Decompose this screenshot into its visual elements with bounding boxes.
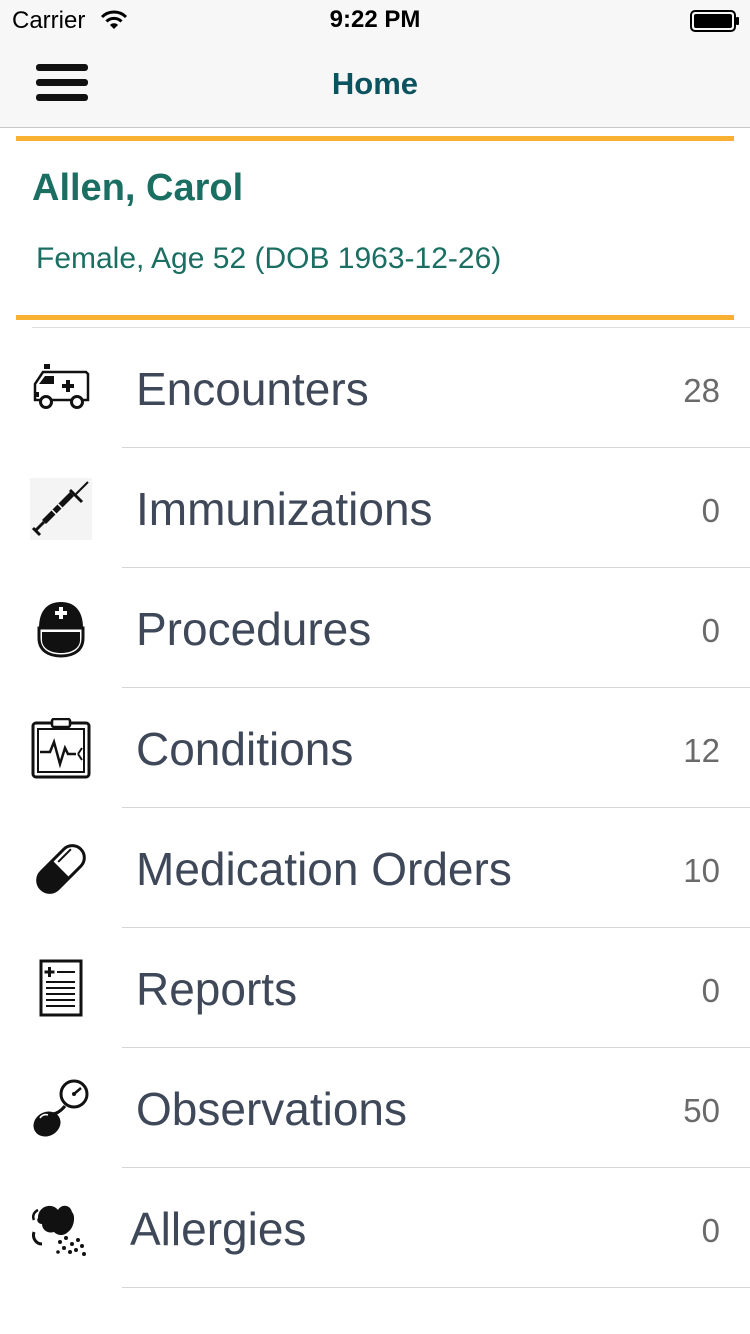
list-item-procedures[interactable]: Procedures 0 <box>0 568 750 688</box>
list-item-label: Medication Orders <box>136 843 512 895</box>
list-item-count: 28 <box>683 372 720 409</box>
status-time: 9:22 PM <box>329 6 421 33</box>
clipboard-heartbeat-icon <box>31 718 91 779</box>
list-item-count: 50 <box>683 1092 720 1129</box>
syringe-icon <box>30 478 92 540</box>
list-item-label: Procedures <box>136 603 372 655</box>
status-bar: Carrier 9:22 PM <box>0 0 750 40</box>
list-item-reports[interactable]: Reports 0 <box>0 928 750 1048</box>
list-item-label: Immunizations <box>136 483 433 535</box>
list-item-immunizations[interactable]: Immunizations 0 <box>0 448 750 568</box>
page-title: Home <box>331 66 419 101</box>
medical-report-icon <box>39 959 83 1017</box>
battery-icon <box>690 10 739 32</box>
navigation-bar: Home <box>0 40 750 128</box>
list-item-conditions[interactable]: Conditions 12 <box>0 688 750 808</box>
list-item-label: Encounters <box>136 363 369 415</box>
surgeon-icon <box>37 602 85 658</box>
list-item-label: Reports <box>136 963 298 1015</box>
list-item-count: 10 <box>683 852 720 889</box>
list-item-count: 0 <box>701 492 720 529</box>
patient-demographics: Female, Age 52 (DOB 1963-12-26) <box>36 242 502 275</box>
patient-header: Allen, Carol Female, Age 52 (DOB 1963-12… <box>16 136 734 320</box>
list-item-count: 0 <box>701 1212 720 1249</box>
list-item-count: 0 <box>701 612 720 649</box>
list-item-count: 0 <box>701 972 720 1009</box>
divider <box>122 1287 750 1288</box>
ambulance-icon <box>33 364 90 409</box>
list-item-label: Observations <box>136 1083 408 1135</box>
allergy-icon <box>31 1205 86 1256</box>
resource-list: Encounters 28 Immunizations 0 Procedures… <box>0 328 750 1288</box>
list-item-encounters[interactable]: Encounters 28 <box>0 328 750 448</box>
patient-name: Allen, Carol <box>32 167 244 209</box>
blood-pressure-gauge-icon <box>33 1079 89 1137</box>
list-item-medication-orders[interactable]: Medication Orders 10 <box>0 808 750 928</box>
pill-capsule-icon <box>36 844 86 894</box>
list-item-allergies[interactable]: Allergies 0 <box>0 1168 750 1288</box>
list-item-label: Conditions <box>136 723 354 775</box>
list-item-observations[interactable]: Observations 50 <box>0 1048 750 1168</box>
list-item-label: Allergies <box>130 1203 307 1255</box>
list-item-count: 12 <box>683 732 720 769</box>
